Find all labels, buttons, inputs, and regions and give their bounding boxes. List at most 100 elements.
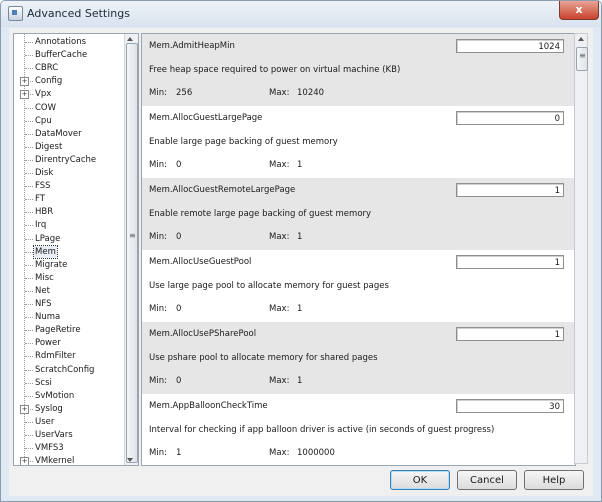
expand-plus-icon[interactable]: + [20,457,29,465]
tree-item-hbr[interactable]: HBR [35,206,53,218]
tree-item-pageretire[interactable]: PageRetire [35,324,81,336]
tree-item-svmotion[interactable]: SvMotion [35,390,74,402]
max-label: Max: [269,448,290,458]
setting-min-value: 0 [176,376,182,386]
tree-item-rdmfilter[interactable]: RdmFilter [35,350,76,362]
tree-branch-line [25,251,33,253]
setting-value-input[interactable]: 30 [456,399,564,413]
tree-branch-line [25,186,33,188]
setting-value-input[interactable]: 1 [456,255,564,269]
tree-item-nfs[interactable]: NFS [35,298,52,310]
tree-item-mem[interactable]: Mem [33,244,58,259]
ok-button[interactable]: OK [390,470,450,490]
scroll-up-arrow-icon[interactable] [578,37,584,41]
cancel-button[interactable]: Cancel [457,470,517,490]
tree-item-cbrc[interactable]: CBRC [35,62,58,74]
scroll-down-arrow-icon[interactable] [127,458,133,462]
setting-description: Interval for checking if app balloon dri… [149,425,495,435]
min-label: Min: [149,160,167,170]
max-label: Max: [269,88,290,98]
setting-max-value: 1 [297,376,303,386]
setting-name: Mem.AllocGuestRemoteLargePage [149,185,296,195]
tree-branch-line [25,212,33,214]
tree-item-cow[interactable]: COW [35,102,56,114]
setting-description: Enable large page backing of guest memor… [149,137,338,147]
tree-branch-line [25,264,33,266]
settings-scrollbar-thumb[interactable]: ≡ [576,47,588,71]
tree-scrollbar[interactable]: ≡ [124,34,138,465]
setting-value-input[interactable]: 1024 [456,39,564,53]
tree-item-buffercache[interactable]: BufferCache [35,49,87,61]
tree-item-annotations[interactable]: Annotations [35,36,86,48]
tree-branch-line [25,421,33,423]
max-label: Max: [269,304,290,314]
tree-branch-line [25,330,33,332]
tree-item-vmfs3[interactable]: VMFS3 [35,442,64,454]
tree-item-vmkernel[interactable]: VMkernel [35,455,74,465]
tree-item-numa[interactable]: Numa [35,311,60,323]
min-label: Min: [149,232,167,242]
tree-item-net[interactable]: Net [35,285,50,297]
tree-item-ft[interactable]: FT [35,193,45,205]
tree-branch-line [25,173,33,174]
setting-value-input[interactable]: 0 [456,111,564,125]
tree-branch-line [25,356,33,358]
grip-icon: ≡ [129,231,136,240]
setting-row: Mem.AllocUseGuestPool 1 Use large page poo… [142,250,575,322]
tree-branch-line [25,107,33,109]
tree-item-vpx[interactable]: Vpx [35,88,51,100]
tree-item-scsi[interactable]: Scsi [35,377,52,389]
title-bar[interactable]: Advanced Settings x [1,1,601,27]
tree-item-syslog[interactable]: Syslog [35,403,63,415]
tree-item-cpu[interactable]: Cpu [35,115,52,127]
tree-item-user[interactable]: User [35,416,54,428]
tree-item-lpage[interactable]: LPage [35,233,60,245]
tree-branch-line [25,120,33,122]
tree-item-disk[interactable]: Disk [35,167,53,179]
setting-name: Mem.AllocGuestLargePage [149,113,263,123]
window-title: Advanced Settings [27,7,130,20]
scroll-up-arrow-icon[interactable] [127,37,133,41]
setting-name: Mem.AllocUseGuestPool [149,257,252,267]
tree-item-digest[interactable]: Digest [35,141,62,153]
settings-tree: Annotations BufferCache CBRC + Config + Vpx COW… [13,33,139,466]
close-button[interactable]: x [559,1,599,20]
tree-item-direntrycache[interactable]: DirentryCache [35,154,96,166]
settings-scrollbar[interactable]: ≡ [574,33,588,464]
expand-plus-icon[interactable]: + [20,90,29,100]
min-label: Min: [149,376,167,386]
tree-branch-line [25,304,33,305]
min-label: Min: [149,88,167,98]
expand-plus-icon[interactable]: + [20,404,29,414]
grip-icon: ≡ [579,51,586,60]
setting-min-value: 1 [176,448,182,458]
setting-value-input[interactable]: 1 [456,183,564,197]
tree-item-config[interactable]: Config [35,75,62,87]
setting-row: Mem.AllocGuestLargePage 0 Enable large pag… [142,106,575,178]
setting-max-value: 1000000 [297,448,335,458]
help-button[interactable]: Help [524,470,584,490]
setting-row: Mem.AllocUsePSharePool 1 Use pshare pool t… [142,322,575,394]
setting-description: Free heap space required to power on vir… [149,65,401,75]
setting-description: Use large page pool to allocate memory f… [149,281,389,291]
setting-value-input[interactable]: 1 [456,327,564,341]
tree-scrollbar-thumb[interactable]: ≡ [126,43,138,463]
tree-item-irq[interactable]: Irq [35,219,46,231]
tree-item-migrate[interactable]: Migrate [35,259,67,271]
tree-item-power[interactable]: Power [35,337,61,349]
tree-item-scratchconfig[interactable]: ScratchConfig [35,364,94,376]
setting-max-value: 1 [297,232,303,242]
min-label: Min: [149,304,167,314]
tree-branch-line [25,277,33,279]
tree-branch-line [25,199,33,201]
expand-plus-icon[interactable]: + [20,77,29,87]
setting-max-value: 10240 [297,88,325,98]
setting-min-value: 0 [176,232,182,242]
setting-max-value: 1 [297,160,303,170]
tree-item-fss[interactable]: FSS [35,180,51,192]
tree-item-datamover[interactable]: DataMover [35,128,82,140]
tree-item-uservars[interactable]: UserVars [35,429,73,441]
tree-item-misc[interactable]: Misc [35,272,54,284]
app-icon [8,6,23,21]
setting-min-value: 0 [176,160,182,170]
